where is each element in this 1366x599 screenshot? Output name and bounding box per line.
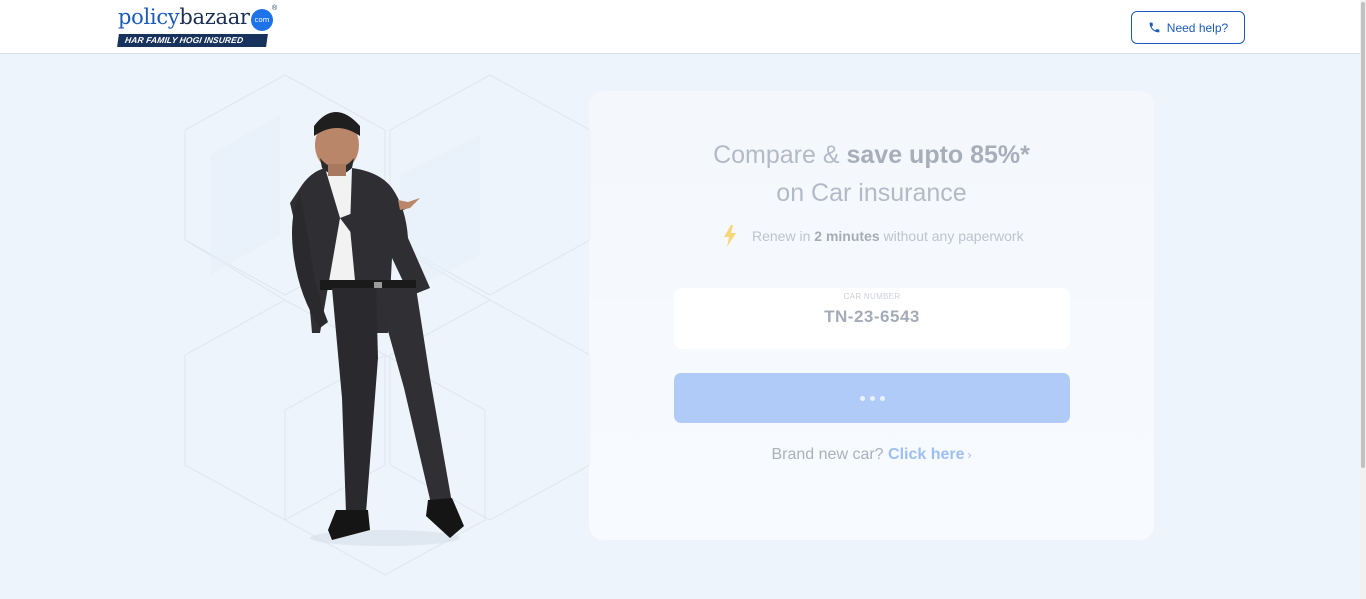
car-number-label: CAR NUMBER — [843, 292, 901, 301]
hero-headline: Compare & save upto 85%* on Car insuranc… — [589, 136, 1154, 212]
headline-line2: on Car insurance — [776, 179, 967, 207]
brand-ambassador-image — [290, 112, 464, 546]
need-help-label: Need help? — [1166, 20, 1229, 35]
renew-text: Renew in 2 minutes without any paperwork — [752, 228, 1024, 244]
loading-dot — [879, 395, 885, 401]
brand-new-car-text: Brand new car? — [771, 446, 889, 463]
brand-new-car-prompt: Brand new car? Click here › — [589, 446, 1154, 464]
click-here-link[interactable]: Click here — [888, 446, 964, 463]
loading-dot — [859, 395, 865, 401]
logo-com-badge: com — [251, 9, 273, 31]
car-number-field[interactable]: CAR NUMBER — [674, 288, 1070, 349]
view-prices-button-loading[interactable] — [674, 373, 1070, 423]
logo-registered-mark: ® — [272, 5, 278, 12]
car-number-input[interactable] — [674, 307, 1070, 327]
page-scrollbar[interactable] — [1360, 0, 1366, 599]
top-header: policybazaar com ® HAR FAMILY HOGI INSUR… — [0, 0, 1360, 54]
scrollbar-thumb[interactable] — [1361, 2, 1365, 468]
renew-note: Renew in 2 minutes without any paperwork — [722, 225, 1042, 247]
logo-wordmark: policybazaar — [118, 5, 250, 29]
headline-highlight: save upto 85%* — [846, 141, 1030, 169]
policybazaar-logo[interactable]: policybazaar com ® HAR FAMILY HOGI INSUR… — [117, 5, 288, 49]
logo-tagline: HAR FAMILY HOGI INSURED — [117, 34, 268, 47]
need-help-button[interactable]: Need help? — [1131, 11, 1245, 44]
lightning-bolt-icon — [724, 225, 736, 247]
phone-icon — [1149, 22, 1160, 33]
chevron-right-icon[interactable]: › — [968, 448, 972, 462]
loading-dot — [869, 395, 875, 401]
